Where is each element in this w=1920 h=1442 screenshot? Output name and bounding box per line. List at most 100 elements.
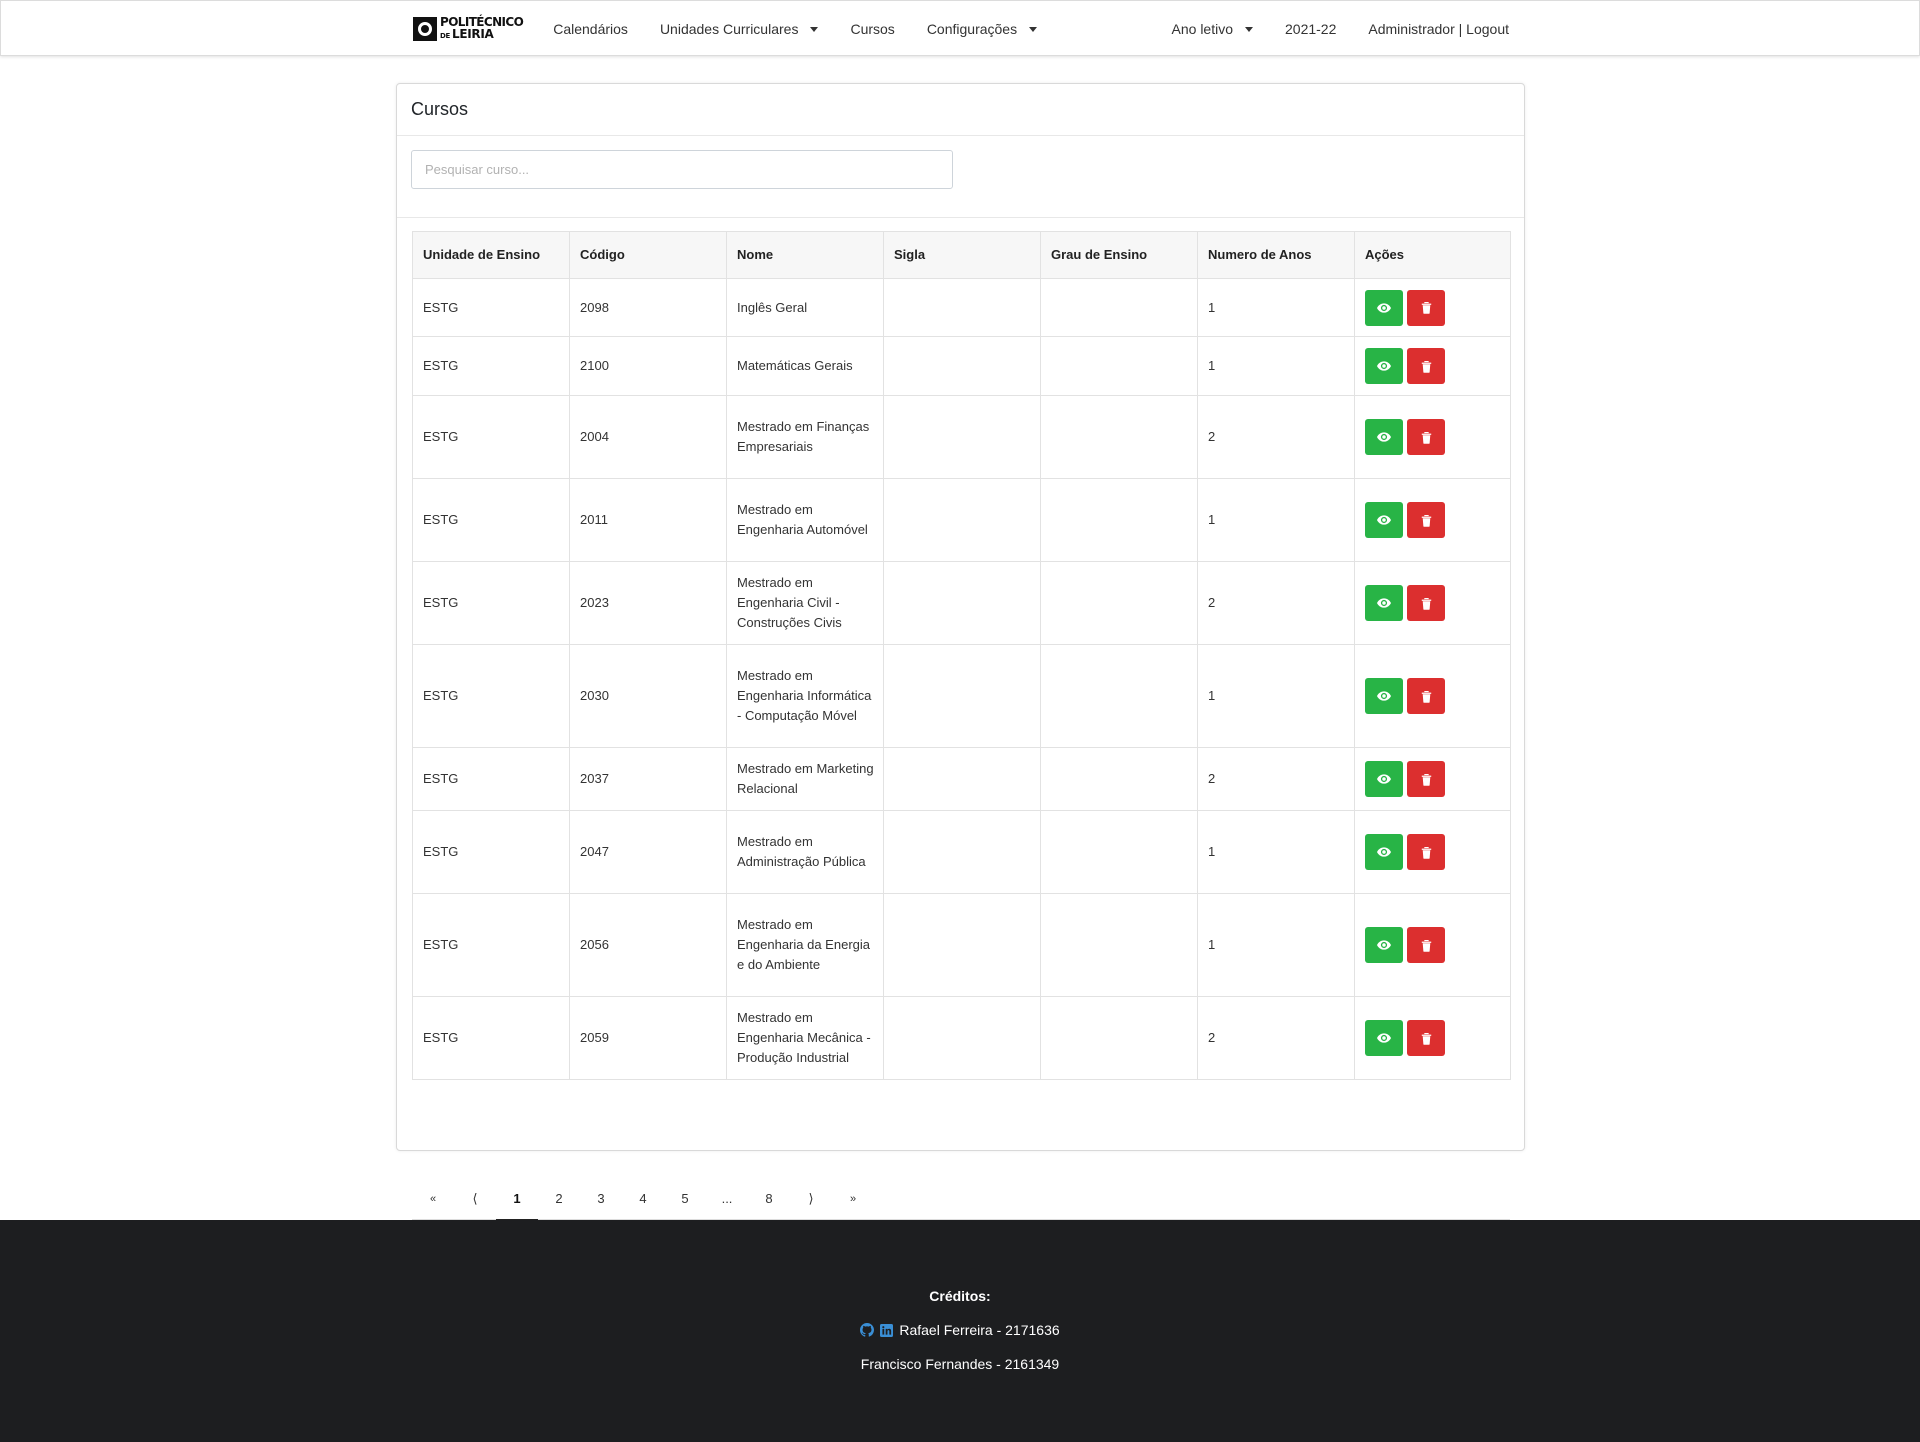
cell-acoes [1354, 644, 1511, 748]
cell-anos: 1 [1197, 810, 1355, 894]
delete-button[interactable] [1407, 761, 1445, 797]
cell-unidade: ESTG [412, 996, 570, 1080]
eye-icon [1377, 302, 1391, 313]
view-button[interactable] [1365, 585, 1403, 621]
view-button[interactable] [1365, 834, 1403, 870]
cell-sigla [883, 996, 1041, 1080]
view-button[interactable] [1365, 289, 1403, 326]
page-4[interactable]: 4 [622, 1178, 664, 1220]
trash-icon [1421, 360, 1432, 373]
nav-configuracoes[interactable]: Configurações [927, 21, 1038, 37]
cell-grau [1040, 336, 1198, 396]
page-2[interactable]: 2 [538, 1178, 580, 1220]
table-row: ESTG 2023 Mestrado em Engenharia Civil - C… [412, 561, 1511, 645]
cell-acoes [1354, 478, 1511, 562]
table-row: ESTG 2037 Mestrado em Marketing Relacional… [412, 747, 1511, 811]
search-area [397, 136, 1524, 218]
view-button[interactable] [1365, 502, 1403, 538]
cell-unidade: ESTG [412, 336, 570, 396]
view-button[interactable] [1365, 419, 1403, 455]
footer: Créditos: Rafael Ferreira - 2171636 Fran… [0, 1220, 1920, 1442]
delete-button[interactable] [1407, 585, 1445, 621]
github-icon[interactable] [860, 1323, 875, 1337]
header-grau[interactable]: Grau de Ensino [1040, 231, 1198, 279]
cell-acoes [1354, 893, 1511, 997]
caret-down-icon [810, 26, 819, 32]
header-anos[interactable]: Numero de Anos [1197, 231, 1355, 279]
cell-sigla [883, 747, 1041, 811]
cell-grau [1040, 278, 1198, 337]
nav-unidades-label: Unidades Curriculares [659, 21, 799, 37]
caret-down-icon [1245, 26, 1253, 32]
cell-nome: Mestrado em Engenharia da Energia e do A… [726, 893, 884, 997]
page-1[interactable]: 1 [496, 1178, 538, 1221]
page-last[interactable]: » [832, 1178, 874, 1220]
view-button[interactable] [1365, 1020, 1403, 1056]
cell-nome: Mestrado em Engenharia Automóvel [726, 478, 884, 562]
cell-unidade: ESTG [412, 278, 570, 337]
cell-acoes [1354, 996, 1511, 1080]
delete-button[interactable] [1407, 678, 1445, 714]
nav-ano-letivo-label: Ano letivo [1171, 21, 1233, 37]
eye-icon [1377, 361, 1391, 371]
delete-button[interactable] [1407, 289, 1445, 326]
delete-button[interactable] [1407, 1020, 1445, 1056]
nav-unidades-curriculares[interactable]: Unidades Curriculares [660, 21, 819, 37]
view-button[interactable] [1365, 761, 1403, 797]
linkedin-icon[interactable] [880, 1323, 894, 1337]
cell-unidade: ESTG [412, 893, 570, 997]
trash-icon [1421, 939, 1432, 952]
logo[interactable]: POLITÉCNICO DE LEIRIA [413, 16, 524, 42]
cell-codigo: 2030 [569, 644, 727, 748]
cell-unidade: ESTG [412, 747, 570, 811]
nav-ano-letivo[interactable]: Ano letivo [1172, 21, 1253, 37]
header-nome[interactable]: Nome [726, 231, 884, 279]
page-8[interactable]: 8 [748, 1178, 790, 1220]
delete-button[interactable] [1407, 927, 1445, 963]
cell-anos: 2 [1197, 561, 1355, 645]
nav-user-logout[interactable]: Administrador | Logout [1368, 21, 1509, 37]
page-next[interactable]: ⟩ [790, 1178, 832, 1220]
table-row: ESTG 2030 Mestrado em Engenharia Informáti… [412, 644, 1511, 748]
table-row: ESTG 2098 Inglês Geral 1 [412, 278, 1511, 337]
cell-sigla [883, 644, 1041, 748]
cell-codigo: 2023 [569, 561, 727, 645]
cell-codigo: 2100 [569, 336, 727, 396]
header-unidade[interactable]: Unidade de Ensino [412, 231, 570, 279]
nav-cursos[interactable]: Cursos [850, 21, 894, 37]
card-title: Cursos [397, 84, 1524, 136]
credit-francisco-text: Francisco Fernandes - 2161349 [860, 1356, 1060, 1372]
cell-anos: 1 [1197, 278, 1355, 337]
nav-calendarios[interactable]: Calendários [553, 21, 628, 37]
delete-button[interactable] [1407, 419, 1445, 455]
eye-icon [1377, 598, 1391, 608]
cell-grau [1040, 561, 1198, 645]
cell-acoes [1354, 810, 1511, 894]
navbar-inner: POLITÉCNICO DE LEIRIA Calendários Unidade… [413, 1, 1509, 57]
cell-nome: Mestrado em Administração Pública [726, 810, 884, 894]
navbar: POLITÉCNICO DE LEIRIA Calendários Unidade… [0, 0, 1920, 56]
delete-button[interactable] [1407, 502, 1445, 538]
header-sigla[interactable]: Sigla [883, 231, 1041, 279]
page-5[interactable]: 5 [664, 1178, 706, 1220]
page-prev[interactable]: ⟨ [454, 1178, 496, 1220]
page-3[interactable]: 3 [580, 1178, 622, 1220]
header-codigo[interactable]: Código [569, 231, 727, 279]
view-button[interactable] [1365, 678, 1403, 714]
cell-nome: Mestrado em Engenharia Mecânica - Produç… [726, 996, 884, 1080]
cell-codigo: 2047 [569, 810, 727, 894]
search-input[interactable] [411, 150, 953, 189]
delete-button[interactable] [1407, 834, 1445, 870]
cell-acoes [1354, 395, 1511, 479]
table-row: ESTG 2011 Mestrado em Engenharia Automóvel… [412, 478, 1511, 562]
view-button[interactable] [1365, 927, 1403, 963]
cell-unidade: ESTG [412, 810, 570, 894]
nav-ano-value[interactable]: 2021-22 [1285, 21, 1336, 37]
cell-nome: Mestrado em Finanças Empresariais [726, 395, 884, 479]
delete-button[interactable] [1407, 348, 1445, 384]
eye-icon [1377, 940, 1391, 950]
view-button[interactable] [1365, 348, 1403, 384]
eye-icon [1377, 515, 1391, 525]
cell-sigla [883, 561, 1041, 645]
page-first[interactable]: « [412, 1178, 454, 1220]
